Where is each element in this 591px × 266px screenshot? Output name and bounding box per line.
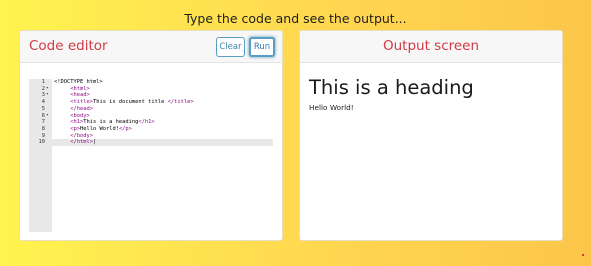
- code-tag: </body>: [70, 132, 93, 139]
- line-number: 6: [41, 112, 45, 119]
- line-number: 8: [41, 125, 45, 132]
- code-line[interactable]: 4 <title>This is document title </title>: [29, 99, 273, 106]
- code-content: |: [92, 139, 97, 146]
- page-heading: Type the code and see the output...: [184, 11, 407, 26]
- line-number: 5: [41, 105, 45, 112]
- fold-arrow-icon[interactable]: ▾: [46, 86, 49, 93]
- code-line[interactable]: 7 <h1>This is a heading</h1>: [29, 119, 273, 126]
- code-content: This is a heading: [83, 119, 139, 126]
- line-number: 4: [41, 99, 45, 106]
- code-text: </head>: [54, 106, 93, 113]
- output-screen-panel: Output screen This is a heading Hello Wo…: [299, 30, 563, 241]
- line-number: 3: [41, 92, 45, 99]
- code-text: <title>This is document title </title>: [54, 99, 194, 106]
- line-number: 2: [41, 85, 45, 92]
- code-content: <!DOCTYPE html>: [54, 79, 103, 85]
- code-line[interactable]: 2 ▾ <html>: [29, 86, 273, 93]
- code-content: This is document title: [92, 99, 168, 106]
- line-number: 1: [41, 79, 45, 85]
- code-line[interactable]: 8 <p>Hello World!</p>: [29, 126, 273, 133]
- output-screen-title: Output screen: [382, 38, 480, 54]
- code-tag: </title>: [167, 99, 194, 106]
- code-tag: <h1>: [70, 119, 84, 126]
- code-tag: </p>: [118, 125, 132, 132]
- code-editor-header: Code editor Clear Run: [20, 31, 282, 63]
- output-screen-header: Output screen: [300, 31, 562, 63]
- code-content: Hello World!: [79, 125, 119, 132]
- code-text: <head>: [54, 92, 90, 99]
- output-paragraph: Hello World!: [309, 103, 354, 112]
- code-tag: <body>: [70, 112, 90, 119]
- code-text: </html>|: [54, 139, 96, 146]
- code-tag: <head>: [70, 92, 90, 99]
- code-line[interactable]: 1 <!DOCTYPE html>: [29, 79, 273, 86]
- code-tag: </html>: [70, 139, 93, 146]
- code-text: </body>: [54, 133, 93, 140]
- output-heading: This is a heading: [309, 76, 474, 99]
- fold-arrow-icon[interactable]: ▾: [46, 113, 49, 120]
- code-tag: </head>: [70, 105, 93, 112]
- code-text: <p>Hello World!</p>: [54, 126, 132, 133]
- code-line[interactable]: 6 ▾ <body>: [29, 113, 273, 120]
- code-line[interactable]: 9 </body>: [29, 133, 273, 140]
- code-text: <body>: [54, 112, 90, 120]
- code-line[interactable]: 10 </html>|: [29, 139, 273, 146]
- line-number: 9: [41, 132, 45, 139]
- code-text: <h1>This is a heading</h1>: [54, 119, 155, 126]
- code-text: <!DOCTYPE html>: [54, 79, 103, 86]
- fold-arrow-icon[interactable]: ▾: [46, 92, 49, 99]
- line-number: 7: [41, 119, 45, 126]
- code-tag: <title>: [70, 99, 93, 106]
- code-tag: </h1>: [138, 119, 155, 126]
- code-tag: <html>: [70, 85, 90, 92]
- code-editor-title: Code editor: [29, 38, 108, 54]
- code-text: <html>: [54, 85, 90, 93]
- code-editor-area[interactable]: 1 <!DOCTYPE html> 2 ▾ <html> 3 ▾ <head> 4 <tit…: [29, 79, 273, 232]
- corner-dot: [582, 254, 584, 256]
- line-number: 10: [38, 139, 46, 146]
- code-editor-panel: Code editor Clear Run 1 <!DOCTYPE html> 2 ▾…: [19, 30, 283, 241]
- run-button[interactable]: Run: [249, 37, 275, 57]
- code-line[interactable]: 5 </head>: [29, 106, 273, 113]
- code-tag: <p>: [70, 125, 80, 132]
- code-line[interactable]: 3 ▾ <head>: [29, 92, 273, 99]
- clear-button[interactable]: Clear: [216, 37, 245, 57]
